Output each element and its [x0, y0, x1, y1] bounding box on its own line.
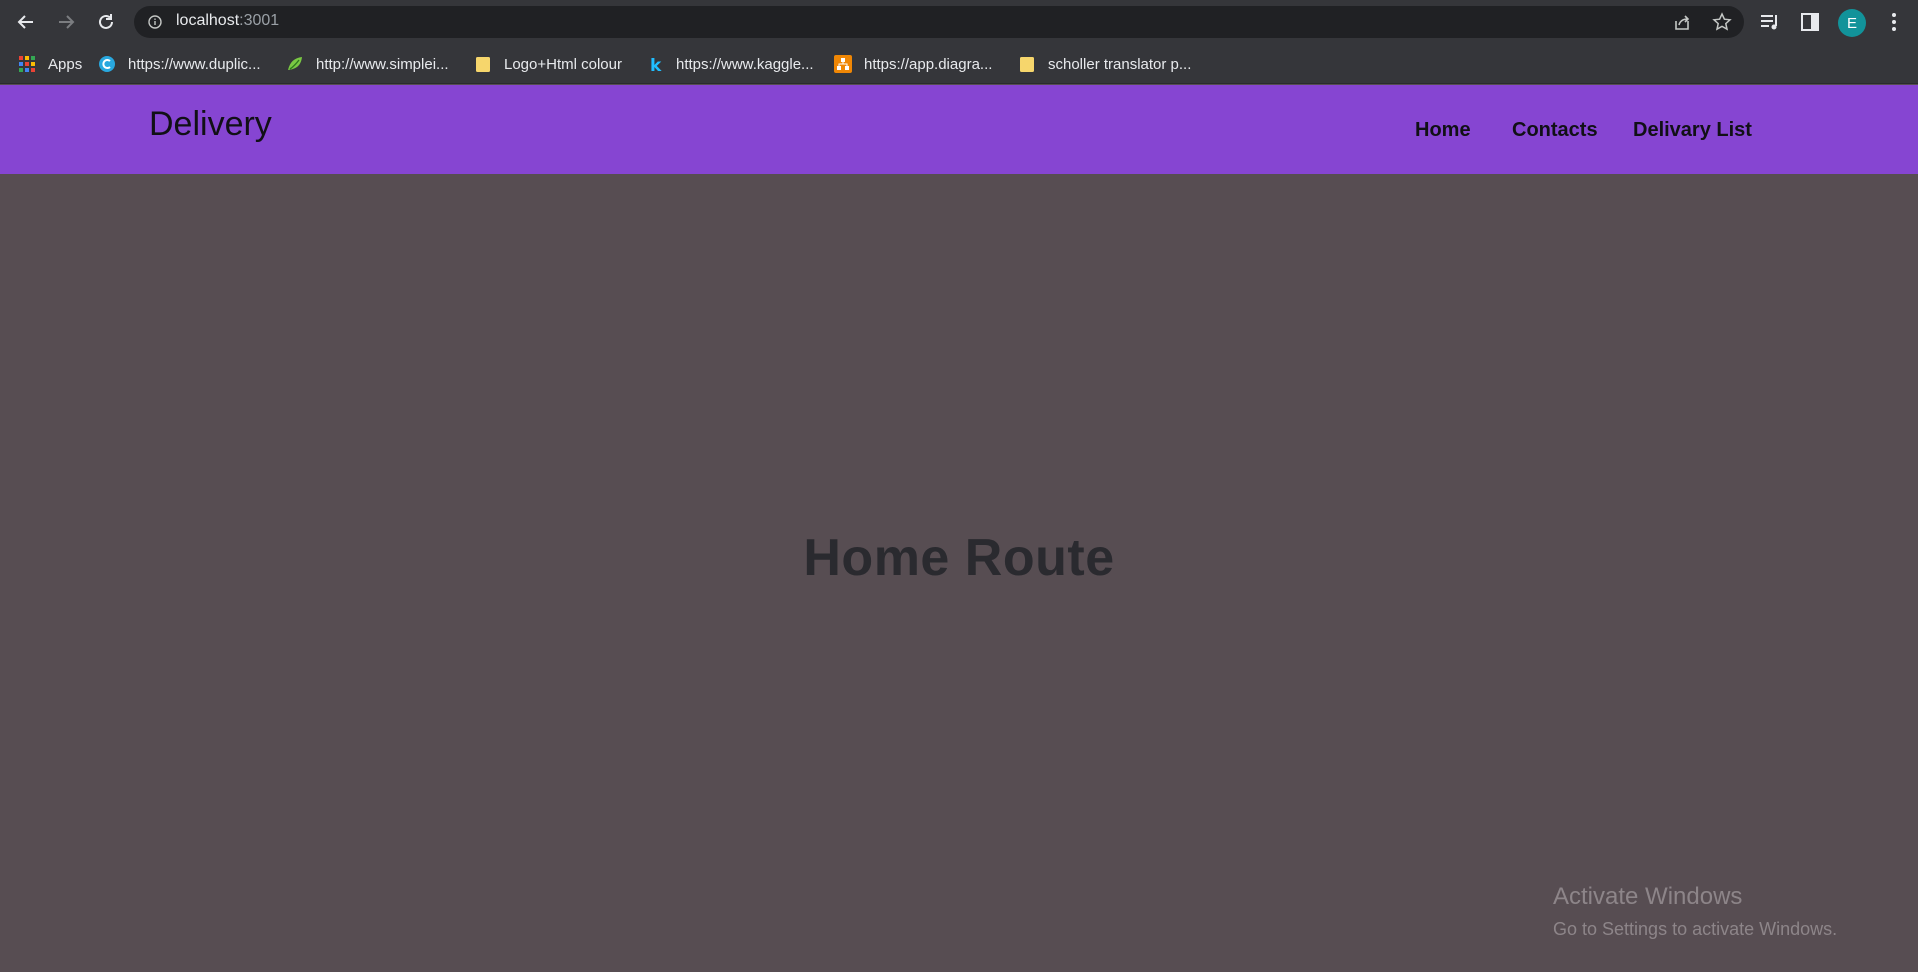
site-navbar: Delivery Home Contacts Delivary List: [0, 85, 1918, 174]
bookmark-duplichecker[interactable]: https://www.duplic...: [98, 53, 261, 75]
browser-toolbar: localhost:3001 E: [0, 0, 1918, 44]
reload-button[interactable]: [92, 8, 120, 36]
kebab-menu-icon[interactable]: [1882, 10, 1906, 34]
media-queue-icon[interactable]: [1758, 10, 1782, 34]
share-icon[interactable]: [1672, 12, 1692, 32]
kaggle-icon: k: [650, 56, 662, 73]
activation-watermark: Activate Windows Go to Settings to activ…: [1553, 883, 1837, 940]
url-text: localhost:3001: [176, 12, 279, 30]
profile-avatar[interactable]: E: [1838, 9, 1866, 37]
apps-grid-icon: [19, 56, 35, 72]
bookmark-label: https://app.diagra...: [864, 55, 993, 73]
back-button[interactable]: [12, 8, 40, 36]
forward-button[interactable]: [52, 8, 80, 36]
nav-link-contacts[interactable]: Contacts: [1512, 119, 1598, 142]
bookmark-label: http://www.simplei...: [316, 55, 449, 73]
folder-icon: [1020, 57, 1034, 72]
svg-text:k: k: [650, 56, 662, 73]
arrow-left-icon: [17, 15, 33, 29]
bookmark-apps[interactable]: Apps: [18, 53, 82, 75]
bookmark-diagrams[interactable]: https://app.diagra...: [834, 53, 992, 75]
bookmark-logo-html-colour[interactable]: Logo+Html colour: [474, 53, 622, 75]
bookmark-label: https://www.kaggle...: [676, 55, 814, 73]
nav-link-home[interactable]: Home: [1415, 119, 1471, 142]
nav-link-delivary-list[interactable]: Delivary List: [1633, 119, 1752, 142]
side-panel-icon[interactable]: [1798, 10, 1822, 34]
address-bar[interactable]: localhost:3001: [134, 6, 1744, 38]
arrow-right-icon: [59, 15, 75, 29]
bookmark-star-icon[interactable]: [1712, 12, 1732, 32]
duplichecker-icon: [99, 56, 115, 72]
bookmark-label: scholler translator p...: [1048, 55, 1192, 73]
bookmark-label: Apps: [48, 55, 83, 73]
bookmark-label: https://www.duplic...: [128, 55, 261, 73]
simplei-icon: [288, 57, 302, 70]
bookmark-kaggle[interactable]: k https://www.kaggle...: [646, 53, 814, 75]
folder-icon: [476, 57, 490, 72]
bookmark-label: Logo+Html colour: [504, 55, 622, 73]
watermark-subtitle: Go to Settings to activate Windows.: [1553, 919, 1838, 939]
watermark-title: Activate Windows: [1553, 883, 1743, 910]
page-heading: Home Route: [803, 529, 1115, 587]
url-host: localhost: [176, 12, 240, 29]
bookmarks-bar: Apps https://www.duplic... http://www.si…: [0, 44, 1918, 84]
bookmark-scholler-translator[interactable]: scholler translator p...: [1018, 53, 1191, 75]
bookmark-simplei[interactable]: http://www.simplei...: [286, 53, 449, 75]
reload-icon: [99, 14, 113, 29]
brand-title[interactable]: Delivery: [149, 105, 272, 144]
url-port: :3001: [239, 12, 280, 29]
diagrams-icon: [834, 55, 852, 73]
info-icon[interactable]: [148, 15, 162, 29]
